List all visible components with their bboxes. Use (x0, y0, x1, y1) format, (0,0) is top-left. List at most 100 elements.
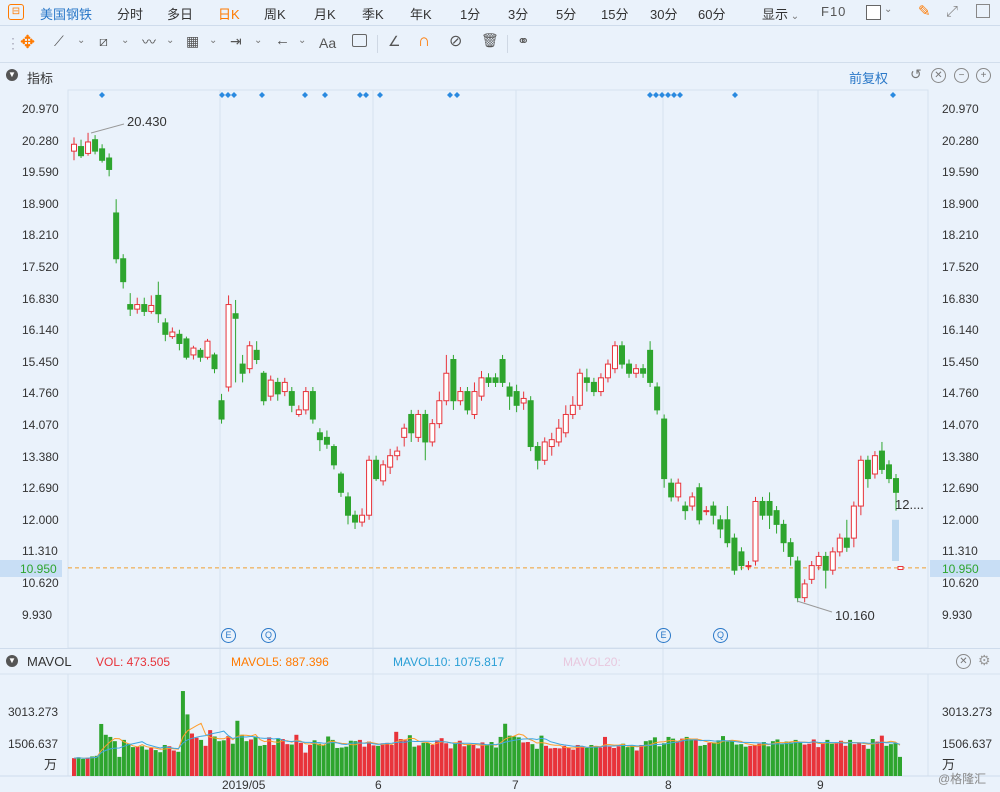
display-menu[interactable]: 显示 ⌄ (762, 4, 799, 23)
tab-yearly-k[interactable]: 年K (410, 4, 432, 23)
chevron-down-icon[interactable]: ⌄ (121, 35, 129, 46)
earnings-marker-icon[interactable]: E (221, 628, 236, 643)
tab-5min[interactable]: 5分 (556, 4, 576, 23)
volume-bar (226, 736, 231, 776)
plus-circle-icon[interactable]: + (976, 68, 991, 83)
event-diamond-icon (677, 92, 683, 98)
candle-body (527, 400, 534, 448)
tab-weekly-k[interactable]: 周K (264, 4, 286, 23)
volume-unit-left: 万 (44, 757, 58, 772)
minus-circle-icon[interactable]: − (954, 68, 969, 83)
candle-body (380, 464, 387, 482)
fullscreen-icon[interactable]: ⤢ (946, 3, 958, 20)
gear-icon[interactable]: ⚙ (978, 652, 991, 669)
arrow-tool-icon[interactable]: ← (275, 32, 290, 49)
quarterly-marker-icon[interactable]: Q (713, 628, 728, 643)
volume-bar (566, 747, 571, 776)
ruler-icon[interactable]: ∠ (388, 33, 401, 50)
tab-multiday[interactable]: 多日 (167, 4, 193, 23)
volume-bar (72, 758, 76, 776)
collapse-icon[interactable]: ▼ (6, 69, 18, 81)
volume-bar (398, 739, 403, 776)
candle-body (850, 505, 857, 539)
hide-drawings-icon[interactable]: ⊘ (449, 31, 462, 51)
volume-bar (888, 744, 893, 776)
undo-icon[interactable]: ↺ (910, 66, 922, 83)
candle-body (71, 143, 77, 152)
volume-tick-left-2: 1506.637 (8, 737, 59, 751)
candle-body (274, 381, 281, 395)
collapse-icon[interactable]: ▼ (6, 655, 18, 667)
wave-tool-icon[interactable]: 〰 (142, 32, 156, 52)
volume-bar (457, 740, 462, 776)
tab-intraday[interactable]: 分时 (117, 4, 143, 23)
candle-body (640, 368, 647, 374)
price-tick-right: 9.930 (942, 607, 973, 622)
adjust-mode-button[interactable]: 前复权 (849, 68, 888, 87)
volume-bar (475, 748, 480, 776)
tab-3min[interactable]: 3分 (508, 4, 528, 23)
price-tick-left: 16.140 (22, 323, 59, 338)
candle-body (401, 427, 408, 438)
candle-body (345, 496, 351, 516)
candle-body (583, 377, 590, 383)
candle-body (668, 482, 675, 498)
candle-body (871, 455, 878, 475)
tab-15min[interactable]: 15分 (601, 4, 628, 23)
tab-1min[interactable]: 1分 (460, 4, 480, 23)
volume-bar (194, 737, 199, 776)
chevron-down-icon[interactable]: ⌄ (209, 35, 217, 46)
window-icon[interactable] (976, 4, 990, 18)
chevron-down-icon[interactable]: ⌄ (166, 35, 174, 46)
stock-name[interactable]: 美国钢铁 (40, 4, 92, 23)
tab-daily-k[interactable]: 日K (218, 4, 240, 23)
tab-quarterly-k[interactable]: 季K (362, 4, 384, 23)
volume-bar (462, 746, 467, 776)
magnet-icon[interactable]: ∩ (418, 31, 430, 51)
volume-bar (162, 744, 167, 776)
volume-bar (412, 746, 417, 776)
quarterly-marker-icon[interactable]: Q (261, 628, 276, 643)
link-icon[interactable]: ⚭ (517, 32, 530, 50)
chevron-down-icon[interactable]: ⌄ (254, 35, 262, 46)
event-diamond-icon (357, 92, 363, 98)
close-circle-icon[interactable]: ✕ (956, 654, 971, 669)
f10-button[interactable]: F10 (821, 4, 846, 19)
price-tick-right: 12.000 (942, 512, 979, 527)
crosshair-move-icon[interactable]: ✥ (20, 32, 35, 53)
volume-bar (471, 744, 476, 776)
volume-bar (512, 736, 517, 776)
text-tool-button[interactable]: Aa (319, 35, 336, 51)
channel-tool-icon[interactable]: ⧄ (99, 33, 108, 50)
volume-bar (671, 738, 676, 776)
fib-tool-icon[interactable]: ▦ (186, 33, 199, 50)
chevron-down-icon[interactable]: ⌄ (77, 35, 85, 46)
volume-bar (498, 736, 503, 776)
candle-body (597, 377, 604, 393)
app-logo-icon[interactable]: ⊟ (8, 4, 24, 20)
volume-bar (271, 744, 276, 776)
price-tick-right: 14.070 (942, 418, 979, 432)
measure-tool-icon[interactable]: ⇥ (230, 33, 242, 50)
color-square-icon[interactable] (866, 5, 881, 20)
volume-bar (825, 739, 830, 776)
trash-icon[interactable]: 🗑 (481, 32, 499, 49)
tab-monthly-k[interactable]: 月K (314, 4, 336, 23)
volume-bar (453, 743, 458, 776)
candle-body (843, 537, 850, 548)
chevron-down-icon[interactable]: ⌄ (884, 4, 892, 15)
chevron-down-icon[interactable]: ⌄ (298, 35, 306, 46)
close-circle-icon[interactable]: ✕ (931, 68, 946, 83)
volume-bar (135, 746, 140, 776)
volume-bar (321, 744, 326, 776)
pencil-icon[interactable]: ✎ (918, 2, 931, 20)
price-tick-right: 16.830 (942, 291, 979, 306)
tab-60min[interactable]: 60分 (698, 4, 725, 23)
event-diamond-icon (322, 92, 328, 98)
tab-30min[interactable]: 30分 (650, 4, 677, 23)
comment-tool-icon[interactable] (352, 34, 367, 47)
earnings-marker-icon[interactable]: E (656, 628, 671, 643)
candle-body (295, 409, 302, 415)
line-tool-icon[interactable]: ⟋ (54, 33, 64, 50)
event-diamond-icon (99, 92, 105, 98)
